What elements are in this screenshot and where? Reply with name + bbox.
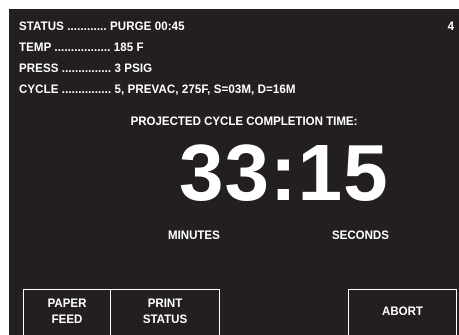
pressure-value: 3 PSIG	[114, 63, 153, 75]
abort-button-label: ABORT	[382, 305, 423, 318]
projected-completion-heading: PROJECTED CYCLE COMPLETION TIME:	[130, 116, 358, 128]
abort-button[interactable]: ABORT	[348, 289, 457, 335]
print-status-button-text: PRINT STATUS	[143, 297, 187, 328]
pressure-line: PRESS ............... 3 PSIG	[19, 63, 152, 75]
print-status-button[interactable]: PRINT STATUS	[110, 289, 220, 335]
pressure-label: PRESS ...............	[19, 63, 112, 75]
status-line: STATUS ............ PURGE 00:45	[19, 21, 185, 33]
sterilizer-display-screen: STATUS ............ PURGE 00:45 TEMP ...…	[9, 9, 459, 335]
paper-feed-line2: FEED	[51, 313, 83, 326]
cycle-line: CYCLE ............... 5, PREVAC, 275F, S…	[19, 84, 296, 96]
paper-feed-line1: PAPER	[47, 297, 87, 310]
paper-feed-button[interactable]: PAPER FEED	[23, 289, 111, 335]
print-status-line2: STATUS	[142, 313, 188, 326]
countdown-time: 33:15	[179, 128, 389, 217]
paper-feed-button-text: PAPER FEED	[48, 297, 87, 328]
screen-number: 4	[447, 21, 454, 33]
minutes-label: MINUTES	[168, 230, 220, 242]
temp-value: 185 F	[113, 42, 144, 54]
status-label: STATUS ............	[19, 21, 107, 33]
cycle-value: 5, PREVAC, 275F, S=03M, D=16M	[114, 84, 296, 96]
status-value: PURGE 00:45	[110, 21, 185, 33]
cycle-label: CYCLE ...............	[19, 84, 112, 96]
temp-line: TEMP ................. 185 F	[19, 42, 144, 54]
print-status-line1: PRINT	[147, 297, 183, 310]
seconds-label: SECONDS	[332, 230, 389, 242]
temp-label: TEMP .................	[19, 42, 111, 54]
